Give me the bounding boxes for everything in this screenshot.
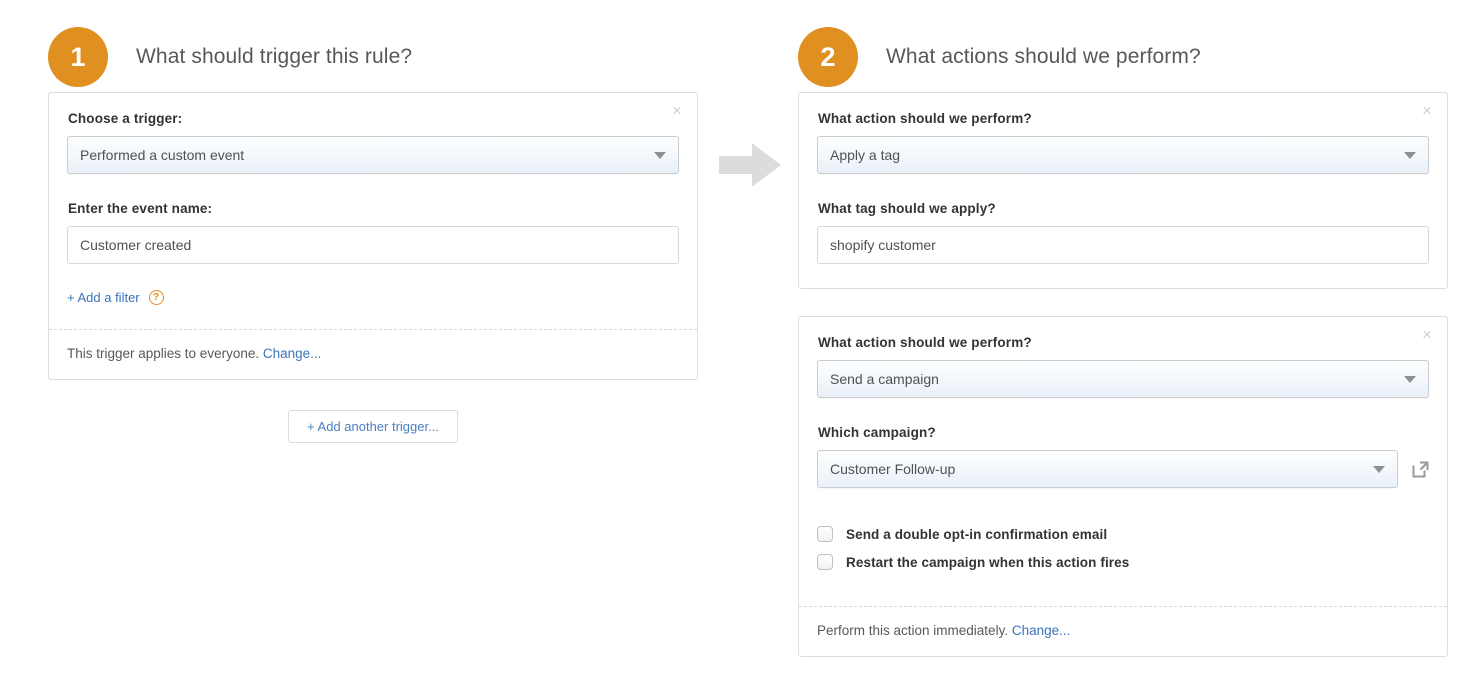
event-name-input[interactable]: Customer created bbox=[67, 226, 679, 264]
action-panel-2-footer: Perform this action immediately. Change.… bbox=[799, 606, 1447, 656]
triggers-step-header: 1 What should trigger this rule? bbox=[48, 0, 748, 92]
action-panel-2-close-icon[interactable]: × bbox=[1417, 325, 1437, 345]
campaign-field-label: Which campaign? bbox=[818, 425, 936, 440]
trigger-audience-change-link[interactable]: Change... bbox=[263, 346, 322, 361]
action-2-label: What action should we perform? bbox=[818, 335, 1032, 350]
campaign-select[interactable]: Customer Follow-up bbox=[817, 450, 1398, 488]
chevron-down-icon bbox=[1404, 376, 1416, 383]
chevron-down-icon bbox=[1373, 466, 1385, 473]
action-panel-2-body: What action should we perform? Send a ca… bbox=[799, 317, 1447, 606]
checkbox-row-double-opt-in: Send a double opt-in confirmation email bbox=[817, 526, 1429, 542]
event-name-value: Customer created bbox=[80, 237, 192, 253]
action-panel-send-campaign: × What action should we perform? Send a … bbox=[798, 316, 1448, 657]
add-filter-link[interactable]: + Add a filter bbox=[67, 290, 140, 305]
flow-arrow-icon bbox=[719, 143, 781, 187]
action-1-type-select[interactable]: Apply a tag bbox=[817, 136, 1429, 174]
campaign-options-list: Send a double opt-in confirmation email … bbox=[817, 526, 1429, 570]
campaign-select-row: Customer Follow-up bbox=[817, 450, 1429, 488]
rule-builder-page: 1 What should trigger this rule? × Choos… bbox=[0, 0, 1470, 687]
tag-field-label: What tag should we apply? bbox=[818, 201, 996, 216]
step-badge-2: 2 bbox=[798, 27, 858, 87]
help-question-icon[interactable]: ? bbox=[148, 290, 164, 305]
action-1-label: What action should we perform? bbox=[818, 111, 1032, 126]
trigger-panel-body: Choose a trigger: Performed a custom eve… bbox=[49, 93, 697, 329]
action-timing-text: Perform this action immediately. bbox=[817, 623, 1009, 638]
actions-column: 2 What actions should we perform? × What… bbox=[798, 0, 1470, 657]
tag-input[interactable]: shopify customer bbox=[817, 226, 1429, 264]
restart-campaign-checkbox[interactable] bbox=[817, 554, 833, 570]
external-link-icon[interactable] bbox=[1412, 461, 1429, 478]
event-name-label: Enter the event name: bbox=[68, 201, 213, 216]
action-panel-1-body: What action should we perform? Apply a t… bbox=[799, 93, 1447, 288]
action-1-type-value: Apply a tag bbox=[830, 147, 901, 163]
double-opt-in-label: Send a double opt-in confirmation email bbox=[846, 526, 1108, 542]
trigger-type-select[interactable]: Performed a custom event bbox=[67, 136, 679, 174]
trigger-audience-text: This trigger applies to everyone. bbox=[67, 346, 260, 361]
triggers-column: 1 What should trigger this rule? × Choos… bbox=[48, 0, 748, 443]
triggers-step-title: What should trigger this rule? bbox=[136, 45, 413, 68]
trigger-panel-footer: This trigger applies to everyone. Change… bbox=[49, 329, 697, 379]
actions-step-header: 2 What actions should we perform? bbox=[798, 0, 1470, 92]
trigger-panel: × Choose a trigger: Performed a custom e… bbox=[48, 92, 698, 380]
actions-step-title: What actions should we perform? bbox=[886, 45, 1201, 68]
checkbox-row-restart-campaign: Restart the campaign when this action fi… bbox=[817, 554, 1429, 570]
tag-value: shopify customer bbox=[830, 237, 936, 253]
action-panel-apply-tag: × What action should we perform? Apply a… bbox=[798, 92, 1448, 289]
restart-campaign-label: Restart the campaign when this action fi… bbox=[846, 554, 1130, 570]
action-2-type-select[interactable]: Send a campaign bbox=[817, 360, 1429, 398]
action-panel-1-close-icon[interactable]: × bbox=[1417, 101, 1437, 121]
step-badge-1: 1 bbox=[48, 27, 108, 87]
action-timing-change-link[interactable]: Change... bbox=[1012, 623, 1071, 638]
add-another-trigger-wrap: + Add another trigger... bbox=[48, 410, 698, 443]
chevron-down-icon bbox=[1404, 152, 1416, 159]
trigger-panel-close-icon[interactable]: × bbox=[667, 101, 687, 121]
double-opt-in-checkbox[interactable] bbox=[817, 526, 833, 542]
add-another-trigger-button[interactable]: + Add another trigger... bbox=[288, 410, 458, 443]
trigger-type-value: Performed a custom event bbox=[80, 147, 245, 163]
campaign-value: Customer Follow-up bbox=[830, 461, 956, 477]
add-filter-row: + Add a filter ? bbox=[67, 290, 679, 305]
action-2-type-value: Send a campaign bbox=[830, 371, 939, 387]
chevron-down-icon bbox=[654, 152, 666, 159]
choose-trigger-label: Choose a trigger: bbox=[68, 111, 183, 126]
